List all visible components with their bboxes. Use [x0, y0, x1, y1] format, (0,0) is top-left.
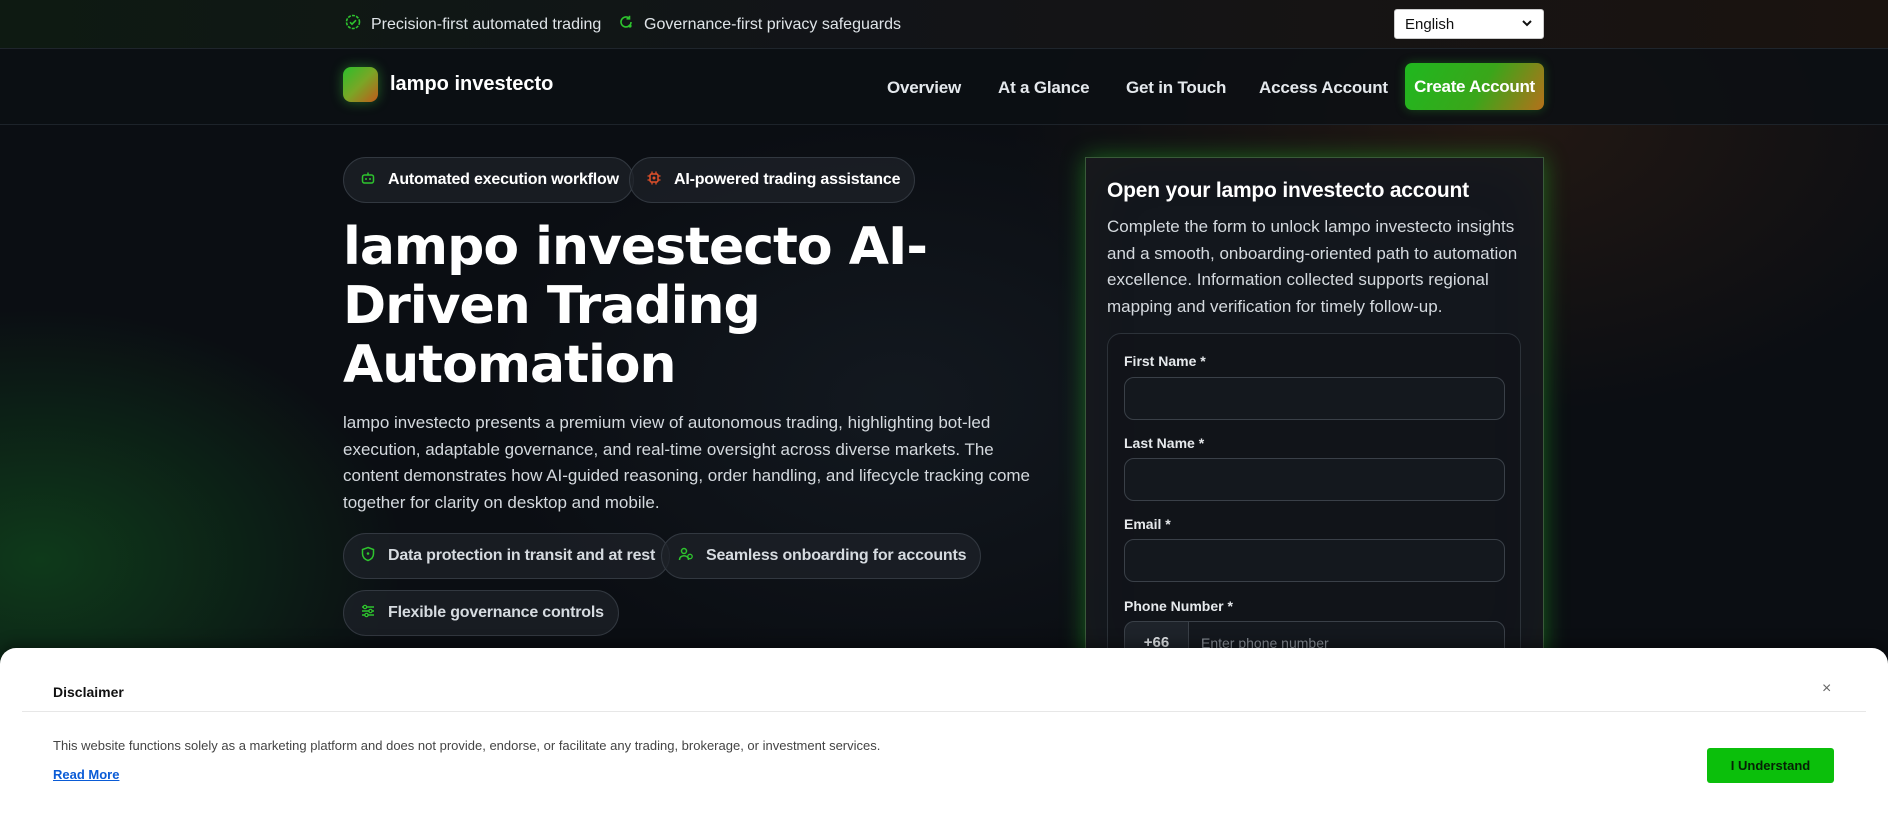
phone-label: Phone Number *: [1124, 598, 1233, 614]
nav-link-overview[interactable]: Overview: [887, 78, 961, 98]
read-more-link[interactable]: Read More: [53, 767, 119, 782]
feature-governance: Flexible governance controls: [343, 590, 619, 636]
top-info-bar: Precision-first automated trading Govern…: [0, 0, 1888, 49]
form-description: Complete the form to unlock lampo invest…: [1107, 217, 1518, 316]
signup-form: First Name * Last Name * Email * Phone N…: [1107, 333, 1521, 693]
feature-label: Data protection in transit and at rest: [388, 547, 656, 564]
last-name-label: Last Name *: [1124, 435, 1205, 451]
chevron-down-icon: [1521, 16, 1533, 33]
language-select[interactable]: English: [1394, 9, 1544, 39]
hero-title: lampo investecto AI-Driven Trading Autom…: [343, 217, 928, 395]
robot-icon: [360, 170, 376, 191]
nav-link-at-a-glance[interactable]: At a Glance: [998, 78, 1090, 98]
badge-check-icon: [345, 14, 361, 35]
feature-data-protection: Data protection in transit and at rest: [343, 533, 671, 579]
disclaimer-title: Disclaimer: [53, 684, 124, 700]
nav-link-access-account[interactable]: Access Account: [1259, 78, 1388, 98]
users-icon: [678, 546, 694, 567]
tag-ai-assistance: AI-powered trading assistance: [629, 157, 916, 203]
email-input[interactable]: [1124, 539, 1505, 582]
sliders-icon: [360, 603, 376, 624]
feature-onboarding: Seamless onboarding for accounts: [661, 533, 982, 579]
first-name-label: First Name *: [1124, 353, 1206, 369]
info-item-governance: Governance-first privacy safeguards: [618, 14, 901, 35]
tag-label: AI-powered trading assistance: [674, 171, 901, 188]
disclaimer-banner: Disclaimer × This website functions sole…: [0, 648, 1888, 818]
brand-logo[interactable]: lampo investecto: [343, 67, 553, 102]
language-value: English: [1405, 15, 1455, 33]
nav-link-get-in-touch[interactable]: Get in Touch: [1126, 78, 1226, 98]
cpu-icon: [646, 170, 662, 191]
form-title: Open your lampo investecto account: [1107, 179, 1469, 202]
info-item-label: Precision-first automated trading: [371, 15, 602, 33]
logo-icon: [343, 67, 378, 102]
feature-label: Flexible governance controls: [388, 604, 604, 621]
tag-label: Automated execution workflow: [388, 171, 619, 188]
hero-description: lampo investecto presents a premium view…: [343, 413, 1031, 512]
last-name-input[interactable]: [1124, 458, 1505, 501]
main-navigation: lampo investecto Overview At a Glance Ge…: [0, 49, 1888, 125]
first-name-input[interactable]: [1124, 377, 1505, 420]
disclaimer-text: This website functions solely as a marke…: [53, 738, 881, 753]
info-item-label: Governance-first privacy safeguards: [644, 15, 901, 33]
refresh-shield-icon: [618, 14, 634, 35]
tag-automated-execution: Automated execution workflow: [343, 157, 634, 203]
email-label: Email *: [1124, 516, 1171, 532]
divider: [22, 711, 1866, 712]
close-icon[interactable]: ×: [1822, 680, 1831, 698]
info-item-precision: Precision-first automated trading: [345, 14, 601, 35]
create-account-button[interactable]: Create Account: [1405, 63, 1544, 110]
brand-name: lampo investecto: [390, 73, 554, 95]
i-understand-button[interactable]: I Understand: [1707, 748, 1834, 783]
signup-form-card: Open your lampo investecto account Compl…: [1085, 157, 1544, 693]
shield-icon: [360, 546, 376, 567]
feature-label: Seamless onboarding for accounts: [706, 547, 967, 564]
